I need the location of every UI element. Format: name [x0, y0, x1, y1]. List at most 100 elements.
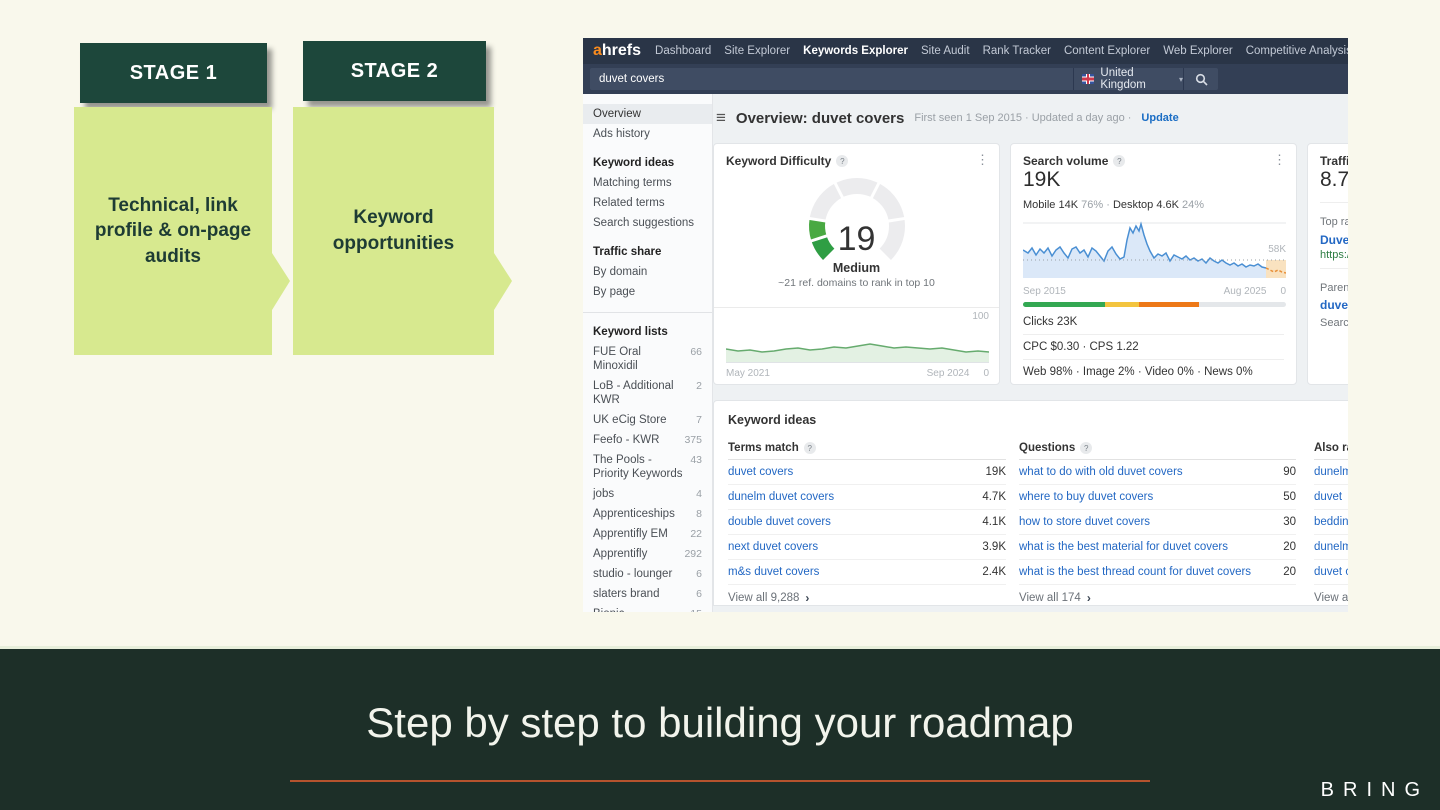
stage-2-arrow: [494, 253, 512, 310]
keyword-link[interactable]: dunelm: [1314, 541, 1348, 553]
menu-icon[interactable]: ≡: [716, 108, 726, 128]
tp-top-page-url: https://: [1320, 249, 1348, 261]
help-icon[interactable]: ?: [1113, 155, 1126, 167]
table-row: m&s duvet covers 2.4K: [728, 560, 1006, 585]
nav-site-audit[interactable]: Site Audit: [921, 45, 970, 57]
sidebar-item-overview[interactable]: Overview: [583, 104, 712, 124]
keyword-query-text: duvet covers: [599, 73, 665, 85]
sidebar-list-bionic-forecasting[interactable]: Bionic Forecasting 115: [583, 604, 712, 612]
nav-content-explorer[interactable]: Content Explorer: [1064, 45, 1150, 57]
nav-site-explorer[interactable]: Site Explorer: [724, 45, 790, 57]
sidebar-list-pools-priority-keywords[interactable]: The Pools - Priority Keywords 43: [583, 450, 712, 484]
sv-mobile: Mobile 14K: [1023, 199, 1079, 211]
table-row: double duvet covers 4.1K: [728, 510, 1006, 535]
kd-card-title: Keyword Difficulty ?: [726, 154, 849, 168]
help-icon[interactable]: ?: [836, 155, 849, 167]
sidebar-item-search-suggestions[interactable]: Search suggestions: [583, 213, 712, 233]
sidebar-list-uk-ecig-store[interactable]: UK eCig Store 7: [583, 410, 712, 430]
sidebar-list-studio-lounger[interactable]: studio - lounger 6: [583, 564, 712, 584]
nav-web-explorer[interactable]: Web Explorer: [1163, 45, 1232, 57]
view-all-terms-match[interactable]: View all 9,288 ›: [728, 585, 1006, 611]
sidebar-item-related-terms[interactable]: Related terms: [583, 193, 712, 213]
keyword-link[interactable]: where to buy duvet covers: [1019, 491, 1153, 503]
view-all-questions[interactable]: View all 174 ›: [1019, 585, 1296, 611]
nav-keywords-explorer[interactable]: Keywords Explorer: [803, 45, 908, 57]
sv-cpc-cps: CPC $0.30 · CPS 1.22: [1023, 341, 1139, 353]
sidebar-list-fue-oral-minoxidil[interactable]: FUE Oral Minoxidil 66: [583, 342, 712, 376]
page-title: Overview: duvet covers: [735, 109, 905, 127]
keyword-search-bar: duvet covers United Kingdom ▾: [583, 64, 1348, 94]
search-icon: [1195, 73, 1208, 86]
help-icon[interactable]: ?: [1080, 442, 1093, 454]
bar-segment-orange: [1138, 302, 1200, 307]
sidebar-list-lob-additional-kwr[interactable]: LoB - Additional KWR 2: [583, 376, 712, 410]
keyword-link[interactable]: what is the best material for duvet cove…: [1019, 541, 1228, 553]
keyword-link[interactable]: dunelm: [1314, 466, 1348, 478]
keyword-link[interactable]: double duvet covers: [728, 516, 831, 528]
table-row: what is the best thread count for duvet …: [1019, 560, 1296, 585]
country-dropdown[interactable]: United Kingdom ▾: [1073, 67, 1183, 91]
sv-clicks: Clicks 23K: [1023, 316, 1078, 328]
keyword-link[interactable]: what to do with old duvet covers: [1019, 466, 1183, 478]
table-row: dunelm: [1314, 460, 1348, 485]
kebab-menu-icon[interactable]: ⋮: [976, 152, 989, 168]
bar-segment-gray: [1199, 302, 1286, 307]
terms-match-header: Terms match?: [728, 437, 1006, 460]
brand-logo: BRING: [1320, 779, 1429, 801]
tp-parent-link[interactable]: duvet: [1320, 298, 1348, 312]
sv-card-title: Search volume ?: [1023, 154, 1126, 168]
chevron-right-icon: ›: [805, 591, 810, 605]
sidebar-list-apprentifly-em[interactable]: Apprentifly EM 22: [583, 524, 712, 544]
stage-2-label: STAGE 2: [350, 59, 439, 82]
questions-header: Questions?: [1019, 437, 1296, 460]
kd-section-divider: [714, 307, 999, 308]
update-link[interactable]: Update: [1141, 112, 1178, 124]
kebab-menu-icon[interactable]: ⋮: [1273, 152, 1286, 168]
keyword-link[interactable]: what is the best thread count for duvet …: [1019, 566, 1251, 578]
sidebar-item-by-page[interactable]: By page: [583, 282, 712, 302]
keyword-link[interactable]: duvet c: [1314, 566, 1348, 578]
sidebar-list-feefo-kwr[interactable]: Feefo - KWR 375: [583, 430, 712, 450]
tp-top-page-link[interactable]: Duvet: [1320, 233, 1348, 247]
view-all-also-rank[interactable]: View all: [1314, 585, 1348, 611]
table-row: bedding: [1314, 510, 1348, 535]
keyword-link[interactable]: duvet covers: [728, 466, 793, 478]
list-count: 6: [696, 568, 702, 580]
tp-divider: [1320, 268, 1348, 269]
table-row: where to buy duvet covers 50: [1019, 485, 1296, 510]
table-row: next duvet covers 3.9K: [728, 535, 1006, 560]
keyword-search-input[interactable]: duvet covers: [590, 68, 1073, 90]
sidebar-list-slaters-brand[interactable]: slaters brand 6: [583, 584, 712, 604]
table-row: duvet covers 19K: [728, 460, 1006, 485]
keyword-link[interactable]: next duvet covers: [728, 541, 818, 553]
sidebar-list-jobs[interactable]: jobs 4: [583, 484, 712, 504]
ahrefs-topnav: ahrefs Dashboard Site Explorer Keywords …: [583, 38, 1348, 64]
list-count: 8: [696, 508, 702, 520]
stage-1-label: STAGE 1: [129, 61, 218, 84]
traffic-potential-card: Traffic 8.7K Top ra Duvet https:// Paren…: [1307, 143, 1348, 385]
keyword-link[interactable]: dunelm duvet covers: [728, 491, 834, 503]
sidebar-item-by-domain[interactable]: By domain: [583, 262, 712, 282]
search-button[interactable]: [1183, 68, 1218, 90]
sidebar-item-matching-terms[interactable]: Matching terms: [583, 173, 712, 193]
nav-dashboard[interactable]: Dashboard: [655, 45, 711, 57]
terms-match-column: Terms match? duvet covers 19K dunelm duve…: [728, 437, 1006, 611]
table-row: dunelm: [1314, 535, 1348, 560]
keyword-link[interactable]: how to store duvet covers: [1019, 516, 1150, 528]
keyword-link[interactable]: m&s duvet covers: [728, 566, 819, 578]
sidebar-section-keyword-lists: Keyword lists: [593, 326, 668, 338]
help-icon[interactable]: ?: [803, 442, 816, 454]
nav-competitive-analysis[interactable]: Competitive Analysis: [1246, 45, 1348, 57]
sidebar-item-ads-history[interactable]: Ads history: [583, 124, 712, 144]
ahrefs-logo[interactable]: ahrefs: [593, 42, 641, 60]
nav-rank-tracker[interactable]: Rank Tracker: [983, 45, 1051, 57]
also-rank-column: Also ran dunelm duvet bedding dunelm duv…: [1314, 437, 1348, 611]
sidebar-list-apprentifly[interactable]: Apprentifly 292: [583, 544, 712, 564]
stage-1-arrow: [272, 253, 290, 310]
keyword-link[interactable]: bedding: [1314, 516, 1348, 528]
kd-level: Medium: [832, 261, 881, 275]
keyword-link[interactable]: duvet: [1314, 491, 1342, 503]
sidebar-list-apprenticeships[interactable]: Apprenticeships 8: [583, 504, 712, 524]
kd-score: 19: [837, 220, 876, 258]
sv-divider: [1023, 334, 1284, 335]
